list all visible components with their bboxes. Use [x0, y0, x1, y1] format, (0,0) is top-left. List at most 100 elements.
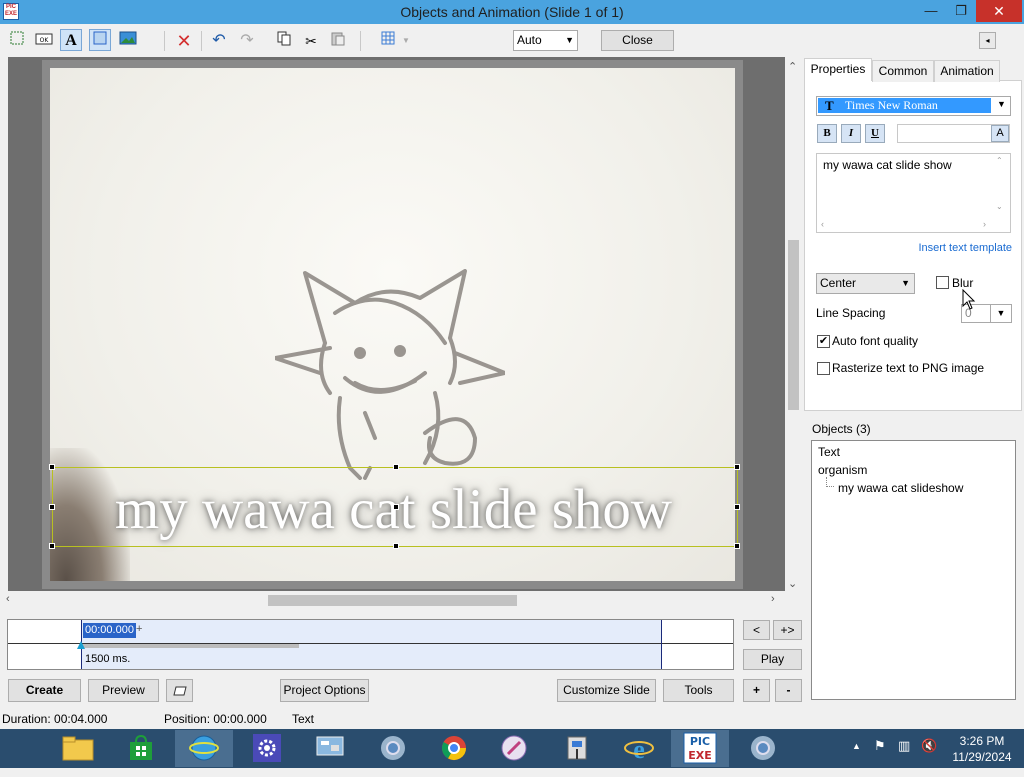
control-panel-icon[interactable]	[301, 730, 359, 767]
resize-handle[interactable]	[393, 464, 399, 470]
add-frame-icon[interactable]	[6, 30, 28, 52]
auto-font-quality-checkbox[interactable]: ✔	[817, 335, 830, 348]
scroll-up-icon[interactable]: ⌃	[996, 156, 1003, 165]
add-image-icon[interactable]	[117, 30, 139, 52]
timeline-progress-bar	[82, 644, 299, 648]
scroll-left-icon[interactable]: ‹	[6, 593, 10, 605]
scroll-right-icon[interactable]: ›	[771, 593, 775, 605]
zoom-value: Auto	[517, 33, 542, 47]
playhead-marker-icon[interactable]	[77, 641, 85, 649]
cut-icon[interactable]: ✂	[300, 30, 322, 52]
tree-item-text[interactable]: Text	[818, 445, 840, 459]
horizontal-scroll-thumb[interactable]	[268, 595, 517, 606]
scroll-right-icon[interactable]: ›	[983, 219, 986, 229]
browser-2-icon[interactable]	[734, 730, 792, 767]
fullscreen-preview-button[interactable]	[166, 679, 193, 702]
store-icon[interactable]	[112, 730, 170, 767]
align-value: Center	[820, 276, 857, 290]
center-handle[interactable]	[393, 504, 399, 510]
objects-tree[interactable]: Text organism my wawa cat slideshow	[811, 440, 1016, 700]
clock-date: 11/29/2024	[952, 750, 1012, 764]
undo-icon[interactable]: ↶	[208, 30, 230, 52]
taskbar-clock[interactable]: 3:26 PM 11/29/2024	[947, 733, 1017, 765]
prev-keyframe-button[interactable]: <	[743, 620, 770, 640]
screen-icon	[172, 686, 187, 696]
create-button[interactable]: Create	[8, 679, 81, 702]
tab-properties[interactable]: Properties	[804, 58, 872, 81]
internet-app-icon[interactable]	[175, 730, 233, 767]
preview-button[interactable]: Preview	[88, 679, 159, 702]
grid-dropdown-icon[interactable]: ▼	[402, 36, 410, 45]
volume-muted-icon[interactable]: 🔇	[921, 738, 937, 754]
project-options-button[interactable]: Project Options	[280, 679, 369, 702]
restore-button[interactable]: ❐	[946, 0, 976, 22]
remove-object-button[interactable]: -	[775, 679, 802, 702]
italic-button[interactable]: I	[841, 124, 861, 143]
play-button[interactable]: Play	[743, 649, 802, 670]
timeline-plus[interactable]: +	[136, 623, 142, 635]
grid-icon[interactable]	[377, 30, 399, 52]
timeline-end-line[interactable]	[661, 620, 662, 669]
rasterize-checkbox[interactable]	[817, 362, 830, 375]
blur-label: Blur	[952, 276, 974, 290]
tree-connector	[826, 477, 834, 487]
next-keyframe-button[interactable]: +>	[773, 620, 802, 640]
resize-handle[interactable]	[49, 543, 55, 549]
close-button[interactable]: Close	[601, 30, 674, 51]
tree-item-organism[interactable]: organism	[818, 463, 867, 477]
resize-handle[interactable]	[734, 504, 740, 510]
file-explorer-icon[interactable]	[49, 730, 107, 767]
resize-handle[interactable]	[49, 464, 55, 470]
tree-item-slideshow[interactable]: my wawa cat slideshow	[838, 481, 963, 495]
delete-icon[interactable]: ✕	[173, 30, 195, 52]
paste-icon[interactable]	[327, 30, 349, 52]
resize-handle[interactable]	[734, 464, 740, 470]
text-color-button[interactable]: A	[991, 125, 1009, 142]
tab-animation[interactable]: Animation	[934, 60, 1000, 82]
add-button-icon[interactable]: OK	[33, 30, 55, 52]
tools-button[interactable]: Tools	[663, 679, 734, 702]
minimize-button[interactable]: —	[916, 0, 946, 22]
blur-checkbox[interactable]	[936, 276, 949, 289]
underline-button[interactable]: U	[865, 124, 885, 143]
vertical-scroll-thumb[interactable]	[788, 240, 799, 410]
redo-icon[interactable]: ↷	[236, 30, 258, 52]
scroll-down-icon[interactable]: ⌄	[996, 202, 1003, 211]
add-text-icon[interactable]: A	[60, 29, 82, 51]
chevron-down-icon[interactable]: ▼	[997, 99, 1006, 109]
scroll-up-icon[interactable]: ⌃	[788, 60, 797, 73]
clock-time: 3:26 PM	[959, 734, 1005, 748]
resize-handle[interactable]	[393, 543, 399, 549]
customize-slide-button[interactable]: Customize Slide	[557, 679, 656, 702]
mouse-cursor-icon	[962, 289, 976, 310]
keyframe-duration: 1500 ms.	[85, 653, 131, 665]
zoom-select[interactable]: Auto ▼	[513, 30, 578, 51]
setup-app-icon[interactable]	[548, 730, 606, 767]
network-icon[interactable]: ▥	[898, 738, 910, 754]
add-rectangle-icon[interactable]	[89, 29, 111, 51]
scroll-down-icon[interactable]: ⌄	[788, 577, 797, 590]
internet-explorer-icon[interactable]: e	[610, 730, 668, 767]
bold-button[interactable]: B	[817, 124, 837, 143]
text-align-select[interactable]: Center ▼	[816, 273, 915, 294]
cat-drawing-image	[275, 269, 505, 480]
window-close-button[interactable]: ✕	[976, 0, 1022, 22]
add-object-button[interactable]: +	[743, 679, 770, 702]
settings-icon[interactable]	[238, 730, 296, 767]
tab-common[interactable]: Common	[872, 60, 934, 82]
chevron-down-icon[interactable]: ▼	[990, 305, 1011, 322]
text-content-field[interactable]: my wawa cat slide show	[816, 153, 1011, 233]
timecode[interactable]: 00:00.000	[83, 623, 136, 638]
action-center-flag-icon[interactable]: ⚑	[874, 738, 886, 754]
resize-handle[interactable]	[734, 543, 740, 549]
insert-text-template-link[interactable]: Insert text template	[818, 242, 1012, 254]
media-app-icon[interactable]	[485, 730, 543, 767]
resize-handle[interactable]	[49, 504, 55, 510]
show-hidden-icons-icon[interactable]: ▲	[852, 741, 861, 751]
chrome-icon[interactable]	[425, 730, 483, 767]
pictures-to-exe-icon[interactable]: PIC EXE	[671, 730, 729, 767]
browser-icon[interactable]	[364, 730, 422, 767]
copy-icon[interactable]	[273, 30, 295, 52]
scroll-left-icon[interactable]: ‹	[821, 219, 824, 229]
collapse-panel-button[interactable]: ◂	[979, 32, 996, 49]
